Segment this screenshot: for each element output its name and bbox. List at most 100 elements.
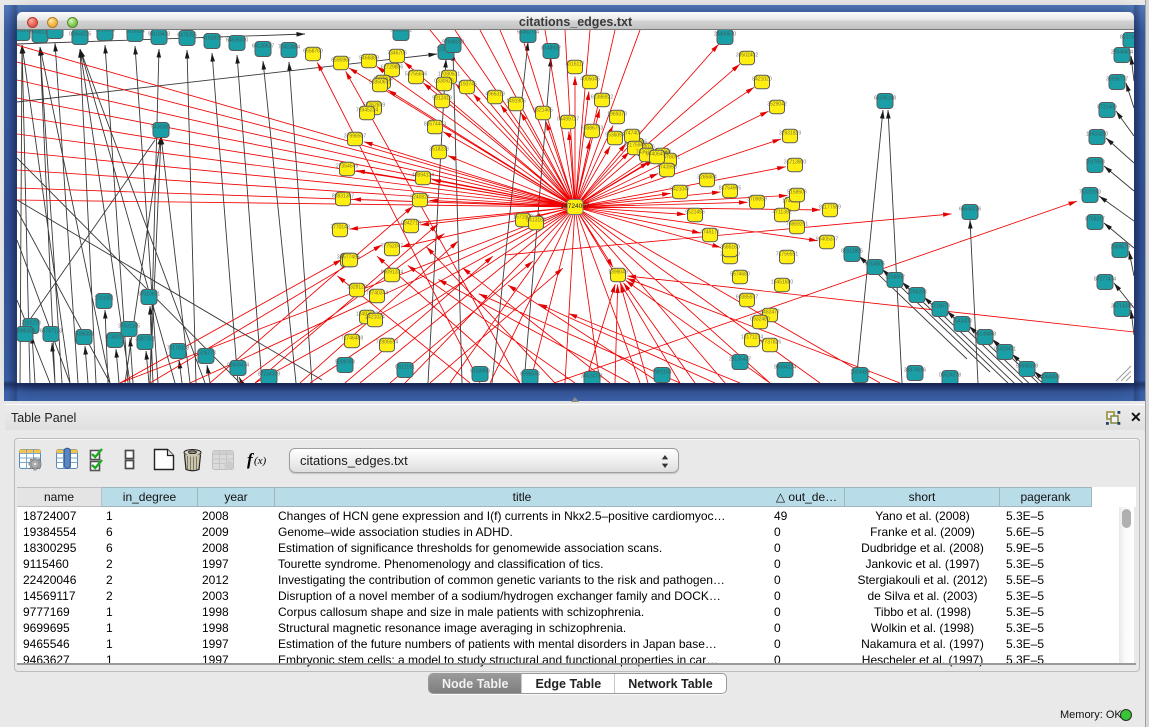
svg-text:1326773: 1326773 bbox=[196, 351, 216, 357]
svg-text:96532871: 96532871 bbox=[390, 30, 412, 34]
svg-text:81754965: 81754965 bbox=[719, 186, 741, 192]
svg-text:76945314: 76945314 bbox=[356, 108, 378, 114]
svg-text:3685160: 3685160 bbox=[720, 245, 740, 251]
svg-text:6658760: 6658760 bbox=[303, 49, 323, 55]
svg-text:7917693: 7917693 bbox=[1085, 160, 1105, 166]
svg-text:2260256: 2260256 bbox=[907, 290, 927, 296]
svg-text:39502402: 39502402 bbox=[736, 53, 758, 59]
svg-text:1824493: 1824493 bbox=[850, 370, 870, 376]
svg-text:82175946: 82175946 bbox=[624, 143, 646, 149]
svg-text:1969379: 1969379 bbox=[607, 112, 627, 118]
svg-text:00524278: 00524278 bbox=[939, 373, 961, 379]
svg-text:71756551: 71756551 bbox=[776, 252, 798, 258]
svg-text:7193745: 7193745 bbox=[457, 82, 477, 88]
svg-text:5158506: 5158506 bbox=[787, 190, 807, 196]
svg-text:0812191: 0812191 bbox=[395, 365, 415, 371]
svg-text:7889579: 7889579 bbox=[1110, 245, 1130, 251]
svg-text:8148932: 8148932 bbox=[541, 46, 561, 52]
svg-text:0932480: 0932480 bbox=[750, 317, 770, 323]
svg-text:8386379: 8386379 bbox=[45, 30, 65, 32]
svg-text:36995777: 36995777 bbox=[1106, 77, 1128, 83]
svg-text:51462704: 51462704 bbox=[517, 30, 539, 36]
svg-text:3387262: 3387262 bbox=[135, 337, 155, 343]
svg-text:1031051: 1031051 bbox=[94, 296, 114, 302]
svg-text:53755646: 53755646 bbox=[405, 72, 427, 78]
svg-text:9521456: 9521456 bbox=[685, 210, 705, 216]
svg-text:13433200: 13433200 bbox=[1086, 132, 1108, 138]
svg-text:75869261: 75869261 bbox=[786, 222, 808, 228]
svg-text:80831367: 80831367 bbox=[332, 194, 354, 200]
svg-text:85574443: 85574443 bbox=[424, 122, 446, 128]
svg-text:3709859: 3709859 bbox=[747, 197, 767, 203]
svg-text:9912419: 9912419 bbox=[432, 96, 452, 102]
svg-text:02654235: 02654235 bbox=[69, 32, 91, 38]
svg-text:6690967: 6690967 bbox=[331, 58, 351, 64]
svg-text:4316117: 4316117 bbox=[565, 62, 584, 68]
svg-text:3747407: 3747407 bbox=[622, 131, 642, 137]
svg-text:5674680: 5674680 bbox=[730, 272, 750, 278]
svg-text:2421024: 2421024 bbox=[365, 315, 385, 321]
svg-text:98084124: 98084124 bbox=[774, 365, 796, 371]
svg-text:4966319: 4966319 bbox=[485, 92, 505, 98]
svg-text:3482477: 3482477 bbox=[760, 310, 780, 316]
svg-text:96405377: 96405377 bbox=[816, 237, 838, 243]
svg-text:27354549: 27354549 bbox=[336, 164, 358, 170]
svg-text:3529042: 3529042 bbox=[767, 102, 787, 108]
svg-text:34624751: 34624751 bbox=[581, 374, 603, 380]
svg-text:7770143: 7770143 bbox=[330, 225, 350, 231]
svg-text:37996507: 37996507 bbox=[344, 134, 366, 140]
svg-text:99091334: 99091334 bbox=[381, 270, 403, 276]
svg-text:29946804: 29946804 bbox=[1111, 50, 1133, 56]
svg-text:8708317: 8708317 bbox=[1085, 217, 1105, 223]
svg-text:77752047: 77752047 bbox=[381, 244, 403, 250]
svg-text:55886753: 55886753 bbox=[581, 126, 603, 132]
svg-text:55698169: 55698169 bbox=[1016, 364, 1038, 370]
svg-text:9413186: 9413186 bbox=[526, 218, 546, 224]
svg-text:4005045: 4005045 bbox=[580, 77, 600, 83]
svg-text:8421020: 8421020 bbox=[752, 77, 772, 83]
svg-text:34874016: 34874016 bbox=[904, 368, 926, 374]
svg-text:7346706: 7346706 bbox=[387, 51, 407, 57]
svg-text:49894134: 49894134 bbox=[412, 173, 434, 179]
svg-text:34714345: 34714345 bbox=[1111, 304, 1133, 310]
svg-text:5240824: 5240824 bbox=[410, 195, 430, 201]
svg-text:25135427: 25135427 bbox=[729, 357, 751, 363]
svg-text:9743953: 9743953 bbox=[657, 165, 677, 171]
svg-text:67737826: 67737826 bbox=[759, 340, 781, 346]
svg-text:64139537: 64139537 bbox=[252, 44, 274, 50]
svg-text:(x): (x) bbox=[254, 455, 267, 467]
svg-text:6475255: 6475255 bbox=[177, 33, 197, 39]
svg-text:01429401: 01429401 bbox=[994, 347, 1016, 353]
svg-text:3518233: 3518233 bbox=[429, 147, 449, 153]
svg-text:51850671: 51850671 bbox=[369, 80, 391, 86]
svg-text:28809570: 28809570 bbox=[714, 32, 736, 38]
svg-text:67010651: 67010651 bbox=[138, 292, 160, 298]
svg-text:71746488: 71746488 bbox=[341, 336, 363, 342]
svg-text:7543303: 7543303 bbox=[952, 319, 972, 325]
svg-text:94406409: 94406409 bbox=[646, 152, 668, 158]
svg-text:5430391: 5430391 bbox=[151, 125, 171, 131]
svg-text:9821465: 9821465 bbox=[533, 108, 553, 114]
svg-text:60385977: 60385977 bbox=[736, 295, 758, 301]
svg-text:8677496: 8677496 bbox=[340, 255, 360, 261]
svg-text:1399049: 1399049 bbox=[608, 270, 628, 276]
svg-text:4896383: 4896383 bbox=[17, 329, 35, 335]
svg-text:54145868: 54145868 bbox=[974, 332, 996, 338]
svg-text:02606474: 02606474 bbox=[227, 363, 249, 369]
svg-text:1491905: 1491905 bbox=[506, 99, 526, 105]
svg-text:8721489: 8721489 bbox=[1097, 105, 1117, 111]
svg-text:3285884: 3285884 bbox=[697, 175, 717, 181]
svg-text:17080531: 17080531 bbox=[438, 72, 460, 78]
svg-text:6193990: 6193990 bbox=[470, 369, 490, 375]
svg-text:7816184: 7816184 bbox=[125, 30, 145, 35]
svg-text:72423884: 72423884 bbox=[278, 45, 300, 51]
svg-text:15451680: 15451680 bbox=[771, 280, 793, 286]
svg-text:37631165: 37631165 bbox=[118, 324, 140, 330]
svg-text:79740344: 79740344 bbox=[366, 291, 388, 297]
svg-text:3158692: 3158692 bbox=[885, 275, 905, 281]
svg-text:62386922: 62386922 bbox=[591, 95, 613, 101]
svg-text:7182278: 7182278 bbox=[21, 321, 41, 327]
svg-text:7991183: 7991183 bbox=[652, 370, 671, 376]
svg-text:87277434: 87277434 bbox=[1094, 277, 1116, 283]
svg-text:4711382: 4711382 bbox=[772, 210, 791, 216]
